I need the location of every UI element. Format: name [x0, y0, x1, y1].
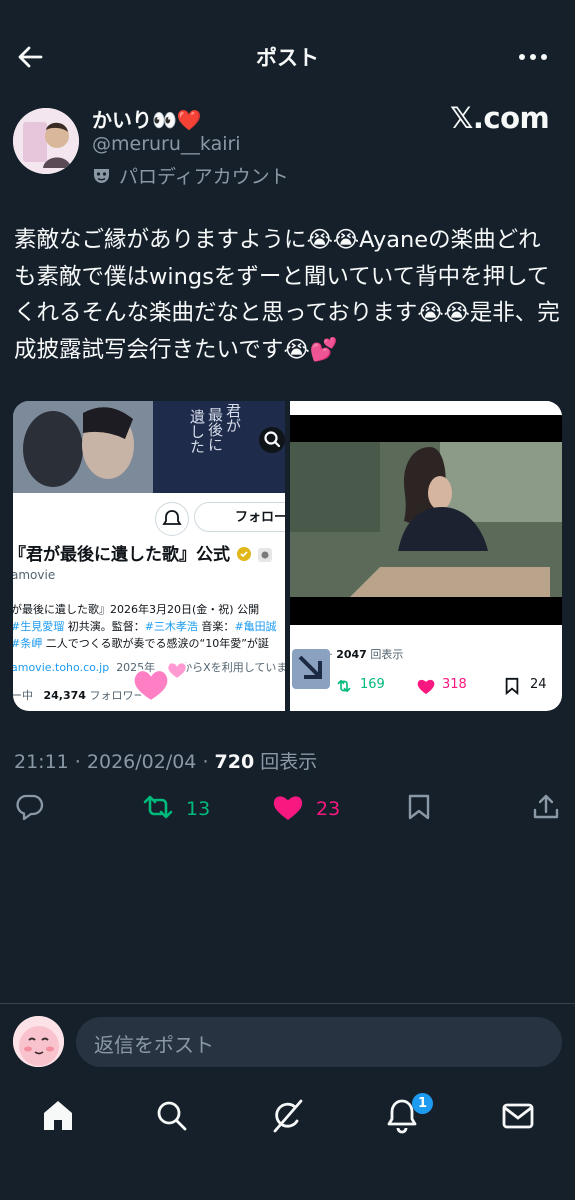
poster-text-1: 君が: [224, 403, 242, 433]
author-handle[interactable]: @meruru__kairi: [92, 133, 241, 155]
post-views[interactable]: 720: [215, 751, 255, 773]
screenshot-views-label: 回表示: [370, 648, 404, 661]
reply-divider: [0, 1003, 575, 1004]
author-name[interactable]: かいり👀❤️: [92, 104, 202, 133]
bio-tag-1: #生見愛瑠: [13, 620, 65, 633]
screenshot-bio-1: が最後に遺した歌』2026年3月20日(金・祝) 公開: [13, 603, 260, 616]
retweet-icon: [143, 795, 173, 819]
media-image-left[interactable]: 君が 最後に 遺した フォロー 『君が最後に遺した歌』公式 amovie が最後…: [13, 401, 285, 711]
retweet-button[interactable]: 13: [140, 790, 220, 824]
bookmark-icon: [505, 677, 519, 695]
notification-badge: 1: [412, 1093, 433, 1114]
post-meta: 21:11 · 2026/02/04 · 720 回表示: [14, 751, 318, 773]
reply-button[interactable]: [12, 790, 48, 824]
verified-icon: [236, 547, 251, 561]
media-grid: 君が 最後に 遺した フォロー 『君が最後に遺した歌』公式 amovie が最後…: [13, 401, 562, 711]
screenshot-retweets: 169: [360, 677, 385, 692]
user-avatar-image: [13, 1016, 64, 1067]
media-image-right[interactable]: /04 · 2047 回表示 169 318 24: [290, 401, 562, 711]
bio-tag-4: #条岬: [13, 637, 43, 650]
screenshot-profile-name: 『君が最後に遺した歌』公式: [13, 540, 272, 565]
retweet-count: 13: [186, 798, 211, 820]
search-icon: [264, 431, 281, 448]
like-button[interactable]: 23: [272, 790, 352, 824]
page-title: ポスト: [256, 46, 319, 70]
video-still: [290, 401, 562, 629]
messages-icon: [502, 1103, 534, 1129]
share-icon: [533, 794, 559, 819]
bio-text-3: 音楽：: [197, 620, 235, 633]
top-bar: ポスト: [0, 0, 575, 100]
action-bar: 13 23: [0, 778, 575, 838]
screenshot-followers: ー中 24,374 フォロワー: [13, 687, 144, 703]
screenshot-views: 2047: [336, 648, 367, 661]
search-icon: [157, 1101, 187, 1131]
avatar-image: [13, 108, 79, 174]
like-count: 23: [316, 798, 341, 820]
bookmark-icon: [408, 794, 430, 820]
reply-input[interactable]: 返信をポスト: [76, 1017, 562, 1067]
bell-plus-icon: [162, 510, 182, 525]
bio-link: amovie.toho.co.jp: [13, 661, 110, 674]
reply-icon: [16, 794, 44, 821]
heart-icon: [417, 679, 435, 695]
poster-text-2: 最後に: [206, 407, 224, 452]
arrow-sticker-icon: [292, 649, 330, 689]
screenshot-bio-3: #条岬 二人でつくる歌が奏でる感涙の“10年愛”が誕: [13, 635, 269, 651]
post-date: 2026/02/04: [86, 751, 197, 773]
more-horizontal-icon: [519, 54, 547, 60]
share-button[interactable]: [530, 790, 562, 824]
followers-prefix: ー中: [13, 689, 33, 702]
screenshot-profile-handle: amovie: [13, 568, 56, 582]
home-icon: [44, 1101, 72, 1130]
retweet-icon: [337, 679, 351, 693]
mask-icon: [94, 169, 109, 183]
bookmark-button[interactable]: [404, 790, 434, 824]
screenshot-bio-2: #生見愛瑠 初共演。監督：#三木孝浩 音楽：#亀田誠: [13, 618, 277, 634]
screenshot-likes: 318: [442, 677, 467, 692]
nav-search[interactable]: [152, 1096, 192, 1136]
screenshot-actions: 169 318 24: [334, 677, 562, 697]
affiliate-icon: [257, 548, 272, 562]
nav-home[interactable]: [38, 1096, 78, 1136]
parody-label: パロディアカウント: [92, 162, 289, 189]
followers-count: 24,374: [43, 689, 86, 702]
post-text: 素敵なご縁がありますように😭😭Ayaneの楽曲どれも素敵で僕はwingsをずーと…: [14, 227, 560, 363]
post-views-label: 回表示: [260, 751, 318, 773]
more-button[interactable]: [516, 44, 550, 70]
screenshot-bookmarks: 24: [530, 677, 547, 692]
reply-placeholder: 返信をポスト: [94, 1033, 214, 1057]
notify-button: [155, 502, 189, 536]
parody-text: パロディアカウント: [119, 166, 289, 188]
reply-avatar[interactable]: [13, 1016, 64, 1067]
heart-icon: [273, 796, 303, 820]
follow-button: フォロー: [194, 502, 285, 532]
nav-messages[interactable]: [498, 1096, 538, 1136]
x-watermark: 𝕏.com: [450, 101, 550, 135]
poster-vertical-text: 君が 最後に 遺した: [185, 403, 245, 489]
avatar[interactable]: [13, 108, 79, 174]
bio-tag-2: #三木孝浩: [144, 620, 198, 633]
profile-name-text: 『君が最後に遺した歌』公式: [13, 545, 230, 565]
grok-icon: [273, 1099, 303, 1133]
bio-joined-text: からXを利用していま: [181, 661, 285, 674]
poster-text-3: 遺した: [188, 409, 206, 454]
bio-text-2: 初共演。監督：: [64, 620, 145, 633]
bottom-nav: [0, 1078, 575, 1200]
nav-grok[interactable]: [267, 1096, 307, 1136]
post-time: 21:11: [14, 751, 69, 773]
bio-tag-3: #亀田誠: [234, 620, 277, 633]
hearts-sticker-icon: [132, 661, 188, 703]
bio-text-4: 二人でつくる歌が奏でる感涙の“10年愛”が誕: [42, 637, 269, 650]
banner-search-icon: [259, 427, 285, 453]
